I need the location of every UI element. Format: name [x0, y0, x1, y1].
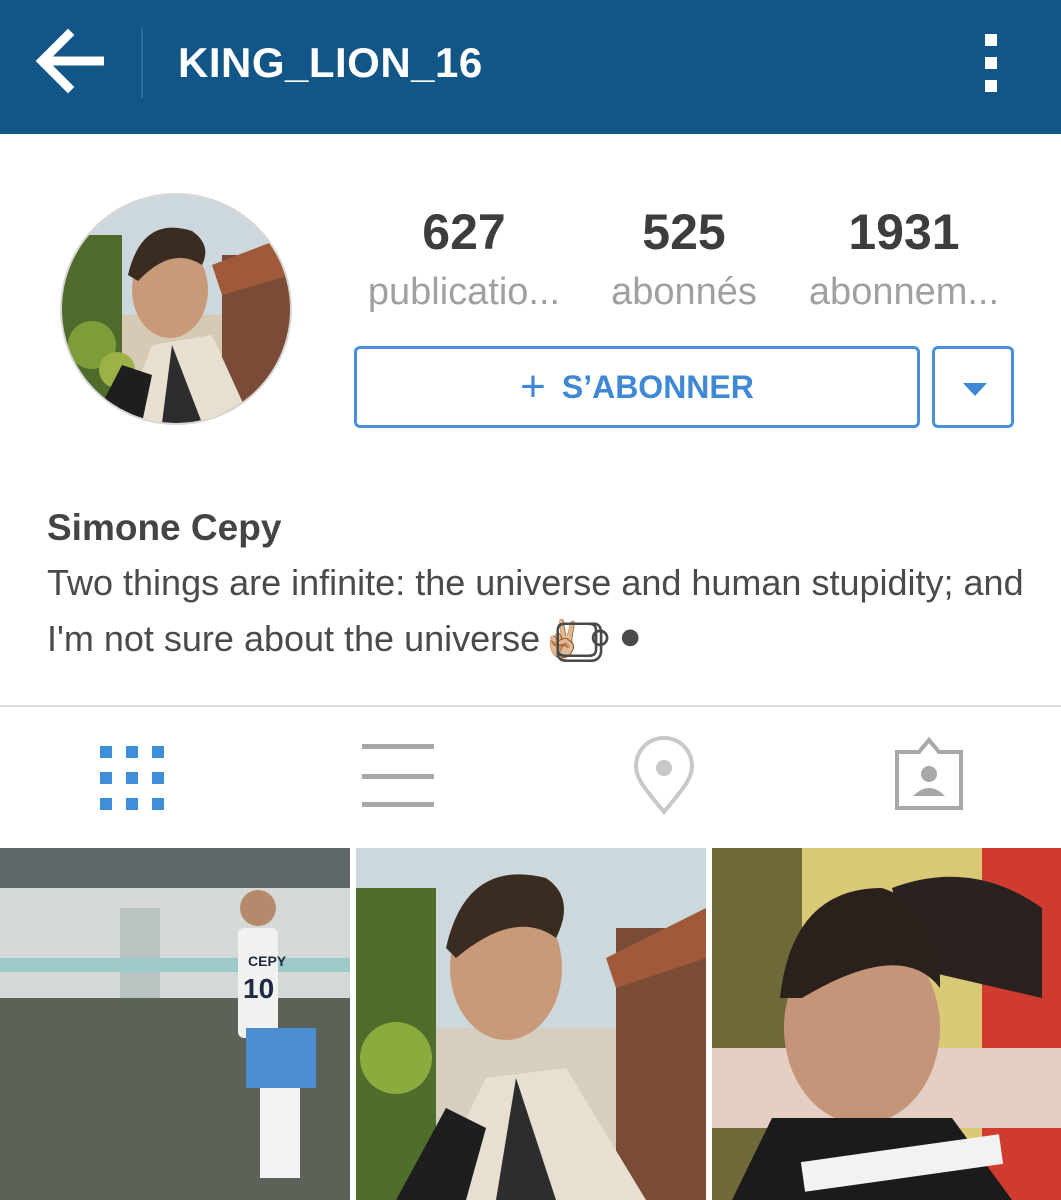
- stat-followers[interactable]: 525 abonnés: [574, 200, 794, 316]
- arrow-left-icon: [35, 28, 104, 94]
- follow-button[interactable]: + S’ABONNER: [354, 346, 920, 428]
- posts-count: 627: [422, 204, 506, 260]
- avatar-photo: [62, 195, 290, 423]
- jersey-number-text: 10: [243, 973, 274, 1004]
- tab-tagged[interactable]: [869, 730, 989, 826]
- profile-username: KING_LION_16: [178, 39, 483, 86]
- followers-count: 525: [642, 204, 726, 260]
- following-label: abonnem...: [808, 271, 1000, 313]
- header-divider: [141, 28, 143, 98]
- profile-full-name: Simone Cepy: [47, 507, 282, 548]
- tab-list[interactable]: [338, 730, 458, 826]
- plus-icon: +: [520, 362, 546, 411]
- suggestions-dropdown-button[interactable]: [932, 346, 1014, 428]
- photo-image: [356, 848, 706, 1200]
- grid-photo-1[interactable]: CEPY 10: [0, 848, 350, 1200]
- grid-photo-3[interactable]: [712, 848, 1061, 1200]
- location-pin-icon: [633, 736, 695, 816]
- stat-posts[interactable]: 627 publicatio...: [354, 200, 574, 316]
- tab-grid[interactable]: [72, 730, 192, 826]
- top-bar: KING_LION_16: [0, 0, 1061, 134]
- back-button[interactable]: [30, 27, 112, 97]
- section-divider: [0, 705, 1061, 707]
- tagged-photos-icon: [895, 736, 963, 810]
- posts-label: publicatio...: [367, 271, 561, 313]
- grid-view-icon: [100, 746, 164, 810]
- jersey-name-text: CEPY: [248, 953, 287, 969]
- profile-avatar[interactable]: [60, 193, 292, 425]
- followers-label: abonnés: [611, 271, 757, 313]
- profile-bio: Two things are infinite: the universe an…: [47, 562, 1024, 659]
- stat-following[interactable]: 1931 abonnem...: [794, 200, 1014, 316]
- photo-image: [712, 848, 1061, 1200]
- following-count: 1931: [848, 204, 960, 260]
- list-view-icon: [362, 744, 434, 807]
- grid-photo-2[interactable]: [356, 848, 706, 1200]
- overflow-menu-button[interactable]: [975, 30, 1007, 96]
- tab-map[interactable]: [604, 730, 724, 826]
- caret-down-icon: [963, 383, 987, 396]
- follow-button-label: S’ABONNER: [561, 368, 754, 405]
- photo-image: CEPY 10: [0, 848, 350, 1200]
